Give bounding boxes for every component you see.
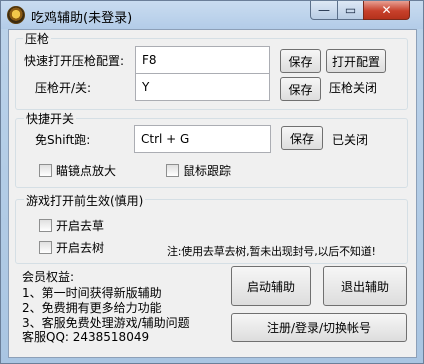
ban-risk-note: 注:使用去草去树,暂未出现封号,以后不知道! [167, 245, 376, 258]
recoil-toggle-input[interactable] [135, 73, 270, 101]
membership-heading: 会员权益: [22, 270, 75, 284]
no-shift-status: 已关闭 [332, 133, 369, 147]
title-bar[interactable]: 吃鸡辅助(未登录) — ▭ ✕ [1, 1, 423, 29]
minimize-button[interactable]: — [310, 1, 338, 20]
config-hotkey-label: 快速打开压枪配置: [24, 54, 125, 68]
mouse-track-label: 鼠标跟踪 [183, 164, 232, 178]
scope-zoom-label: 瞄镜点放大 [56, 164, 117, 178]
window-title: 吃鸡辅助(未登录) [31, 11, 133, 26]
exit-assist-button[interactable]: 退出辅助 [323, 266, 407, 306]
scope-zoom-checkbox[interactable]: 瞄镜点放大 [39, 162, 116, 179]
pre-launch-group-legend: 游戏打开前生效(慎用) [24, 192, 146, 209]
save-config-hotkey-button[interactable]: 保存 [280, 49, 321, 73]
mouse-track-checkbox-box[interactable] [166, 164, 179, 177]
account-button[interactable]: 注册/登录/切换帐号 [231, 313, 407, 342]
open-config-button[interactable]: 打开配置 [326, 49, 386, 73]
mouse-track-checkbox[interactable]: 鼠标跟踪 [166, 162, 231, 179]
config-hotkey-input[interactable] [135, 46, 270, 74]
no-shift-run-label: 免Shift跑: [35, 133, 91, 147]
recoil-toggle-label: 压枪开/关: [35, 81, 92, 95]
remove-trees-checkbox-box[interactable] [39, 241, 52, 254]
remove-trees-checkbox[interactable]: 开启去树 [39, 239, 104, 256]
remove-grass-checkbox-box[interactable] [39, 219, 52, 232]
save-no-shift-button[interactable]: 保存 [281, 126, 323, 150]
support-qq: 客服QQ: 2438518049 [22, 330, 150, 344]
maximize-button[interactable]: ▭ [337, 1, 364, 20]
scope-zoom-checkbox-box[interactable] [39, 164, 52, 177]
client-area: 压枪 快速打开压枪配置: 保存 打开配置 压枪开/关: 保存 压枪关闭 快捷开关… [8, 29, 417, 358]
save-recoil-toggle-button[interactable]: 保存 [280, 77, 321, 101]
remove-grass-checkbox[interactable]: 开启去草 [39, 217, 104, 234]
remove-trees-label: 开启去树 [56, 241, 105, 255]
app-logo-icon [7, 6, 25, 24]
start-assist-button[interactable]: 启动辅助 [231, 266, 311, 306]
recoil-group-legend: 压枪 [23, 30, 52, 47]
no-shift-run-input[interactable] [134, 125, 271, 153]
remove-grass-label: 开启去草 [56, 219, 105, 233]
app-window: 吃鸡辅助(未登录) — ▭ ✕ 压枪 快速打开压枪配置: 保存 打开配置 压枪开… [0, 0, 424, 364]
shortcut-group-legend: 快捷开关 [24, 110, 77, 127]
close-button[interactable]: ✕ [363, 1, 410, 20]
recoil-status: 压枪关闭 [329, 81, 378, 95]
